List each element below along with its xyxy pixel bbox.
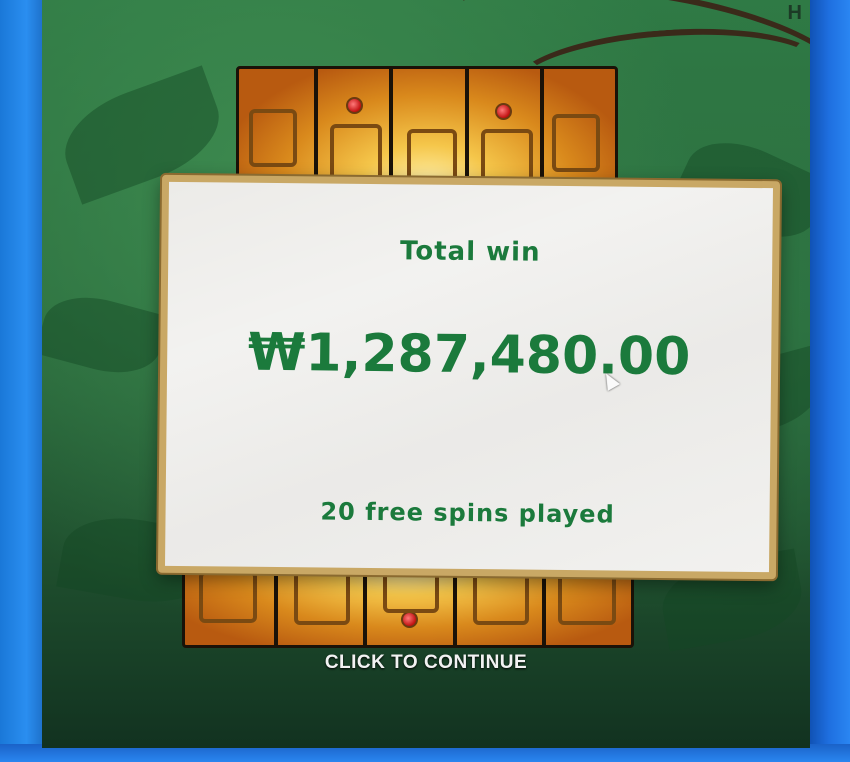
- temple-glyph: [199, 571, 257, 623]
- temple-glyph: [249, 109, 297, 167]
- red-gem-icon: [346, 97, 364, 114]
- temple-glyph: [551, 114, 600, 172]
- monitor-bezel-right: [808, 0, 850, 762]
- red-gem-icon: [401, 611, 419, 628]
- red-gem-icon: [494, 103, 512, 120]
- temple-glyph: [557, 573, 616, 625]
- temple-glyph: [294, 569, 351, 625]
- total-win-title: Total win: [399, 236, 541, 268]
- total-win-popup[interactable]: Total win ₩1,287,480.00 20 free spins pl…: [157, 174, 781, 580]
- foliage-leaf: [42, 285, 170, 385]
- click-to-continue-button[interactable]: CLICK TO CONTINUE: [42, 652, 810, 674]
- temple-glyph: [330, 124, 383, 182]
- game-viewport[interactable]: H Total win ₩1,287,480.00 20 free spins …: [42, 0, 810, 748]
- corner-glyph: H: [787, 2, 802, 24]
- free-spins-summary: 20 free spins played: [320, 497, 615, 529]
- temple-glyph: [480, 129, 533, 182]
- monitor-bezel-left: [0, 0, 44, 762]
- temple-glyph: [407, 129, 458, 182]
- total-win-amount: ₩1,287,480.00: [247, 322, 691, 388]
- temple-glyph: [472, 569, 529, 625]
